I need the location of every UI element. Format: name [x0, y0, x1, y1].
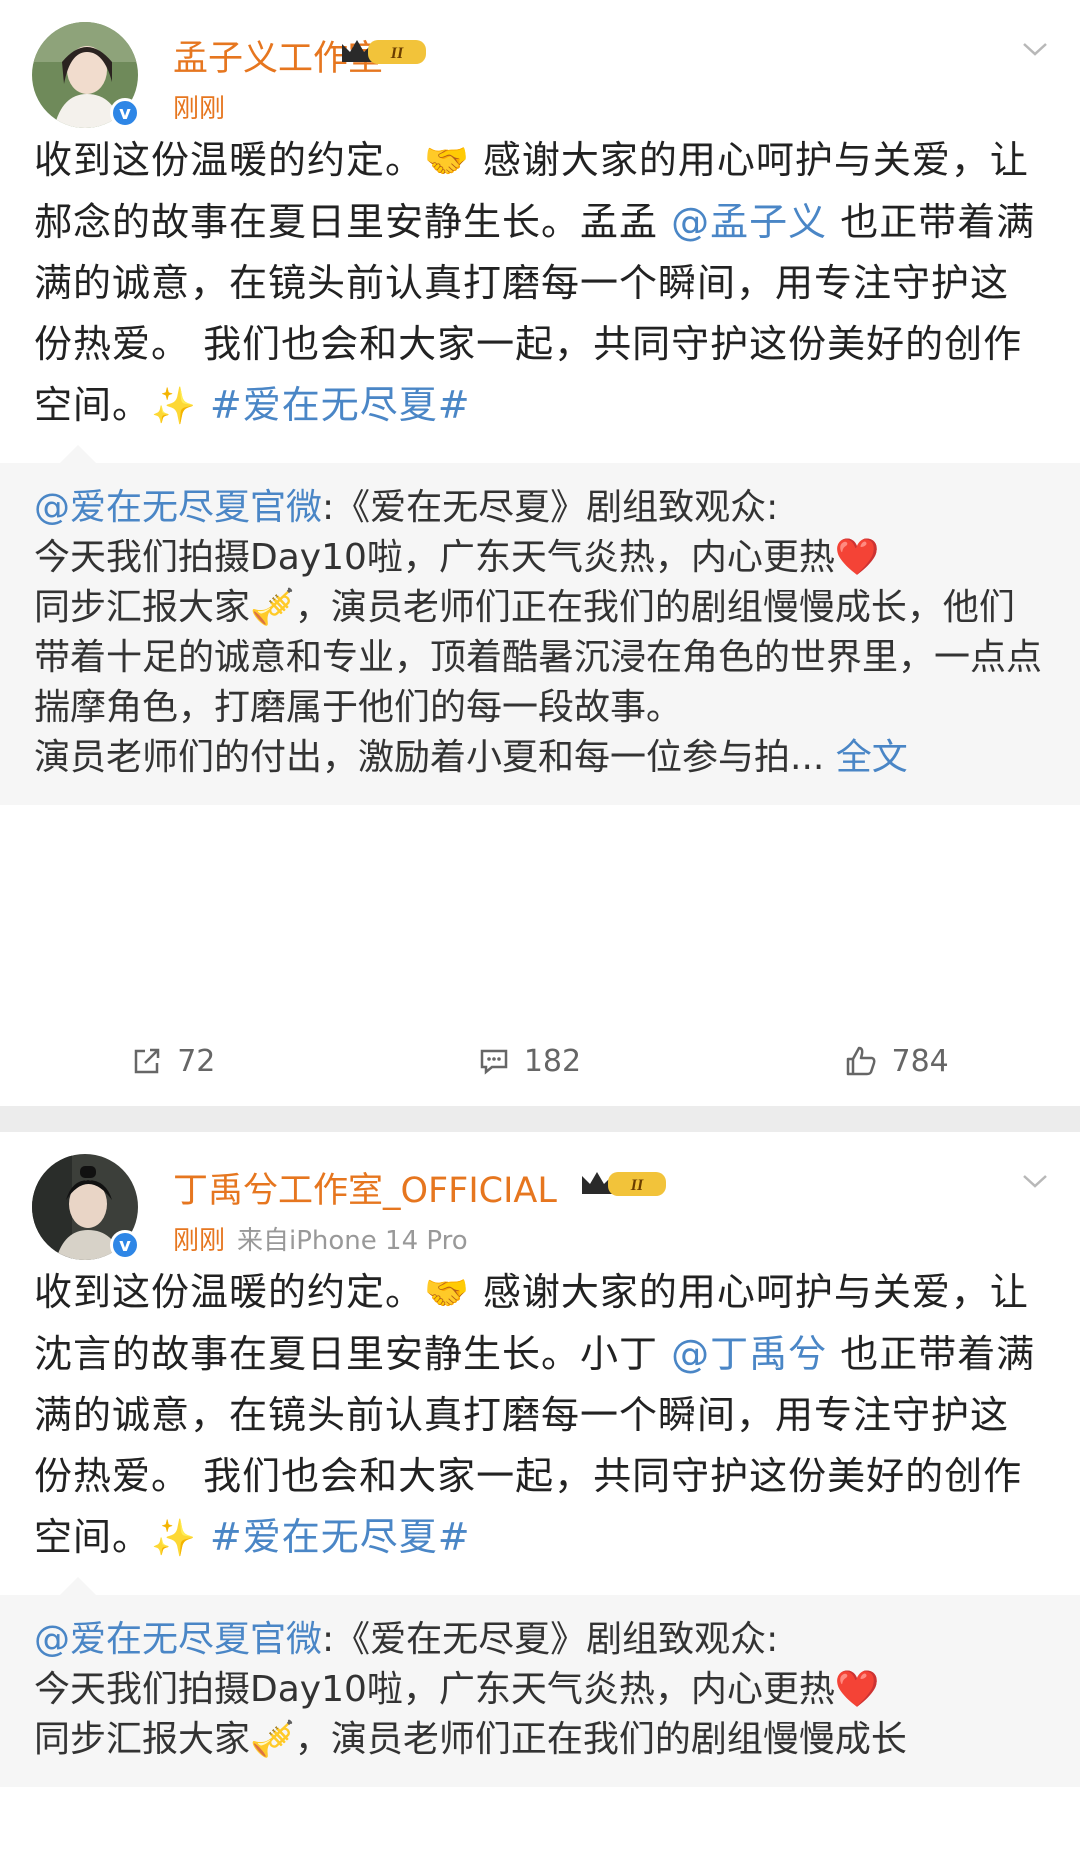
like-count: 784 [891, 1043, 949, 1079]
svg-text:II: II [390, 45, 404, 62]
post-body: 收到这份温暖的约定。🤝 感谢大家的用心呵护与关爱，让郝念的故事在夏日里安静生长。… [34, 138, 1036, 427]
handshake-emoji-icon: 🤝 [424, 141, 470, 182]
action-bar: 72 182 784 [0, 1016, 1080, 1106]
vip-crown-icon: II [342, 40, 426, 64]
trumpet-emoji-icon: 🎺 [250, 1719, 295, 1760]
hashtag-link[interactable]: #爱在无尽夏# [197, 1515, 471, 1559]
sparkles-emoji-icon: ✨ [151, 386, 197, 427]
thumbs-up-icon [846, 1046, 875, 1076]
post-separator [0, 1106, 1080, 1132]
avatar[interactable]: v [32, 1154, 140, 1260]
post-header: v 孟子义工作室 II 刚刚 [0, 0, 1080, 130]
post-meta: 刚刚 [173, 88, 237, 125]
trumpet-emoji-icon: 🎺 [250, 587, 295, 628]
repost-author-link[interactable]: @爱在无尽夏官微 [34, 487, 322, 528]
repost-button[interactable]: 72 [131, 1044, 215, 1079]
post-source: 来自iPhone 14 Pro [237, 1226, 468, 1256]
comment-icon [480, 1049, 508, 1075]
hashtag-link[interactable]: #爱在无尽夏# [197, 383, 471, 427]
post-time: 刚刚 [173, 1226, 226, 1256]
post-body: 收到这份温暖的约定。🤝 感谢大家的用心呵护与关爱，让沈言的故事在夏日里安静生长。… [34, 1270, 1036, 1559]
comment-button[interactable]: 182 [478, 1044, 581, 1079]
chevron-down-icon[interactable] [1020, 1166, 1050, 1196]
weibo-post-2: v 丁禹兮工作室_OFFICIAL II 刚刚 来自iPhone 14 Pro 收… [0, 1132, 1080, 1868]
post-header: v 丁禹兮工作室_OFFICIAL II 刚刚 来自iPhone 14 Pro [0, 1132, 1080, 1262]
repost-author-link[interactable]: @爱在无尽夏官微 [34, 1619, 322, 1660]
repost-count: 72 [177, 1043, 216, 1079]
like-button[interactable]: 784 [844, 1044, 949, 1079]
post-meta: 刚刚 来自iPhone 14 Pro [173, 1220, 468, 1257]
read-more-link[interactable]: 全文 [824, 737, 908, 778]
post-time: 刚刚 [173, 94, 226, 124]
heart-emoji-icon: ❤️ [834, 537, 880, 578]
author-name[interactable]: 丁禹兮工作室_OFFICIAL [173, 1162, 557, 1213]
avatar[interactable]: v [32, 22, 140, 128]
mention-link[interactable]: @丁禹兮 [671, 1332, 827, 1376]
share-icon [134, 1048, 160, 1074]
reposted-content[interactable]: @爱在无尽夏官微:《爱在无尽夏》剧组致观众: 今天我们拍摄Day10啦，广东天气… [0, 1577, 1080, 1787]
reposted-content[interactable]: @爱在无尽夏官微:《爱在无尽夏》剧组致观众: 今天我们拍摄Day10啦，广东天气… [0, 445, 1080, 805]
verified-badge-icon: v [110, 98, 140, 128]
comment-count: 182 [523, 1043, 582, 1079]
weibo-post-1: v 孟子义工作室 II 刚刚 收到这份温暖的约定。🤝 感谢大家的用心呵护与关爱，… [0, 0, 1080, 1106]
svg-text:II: II [630, 1177, 644, 1194]
chevron-down-icon[interactable] [1020, 34, 1050, 64]
verified-badge-icon: v [110, 1230, 140, 1260]
heart-emoji-icon: ❤️ [834, 1669, 880, 1710]
vip-crown-icon: II [582, 1172, 666, 1196]
sparkles-emoji-icon: ✨ [151, 1518, 197, 1559]
mention-link[interactable]: @孟子义 [671, 200, 827, 244]
handshake-emoji-icon: 🤝 [424, 1273, 470, 1314]
